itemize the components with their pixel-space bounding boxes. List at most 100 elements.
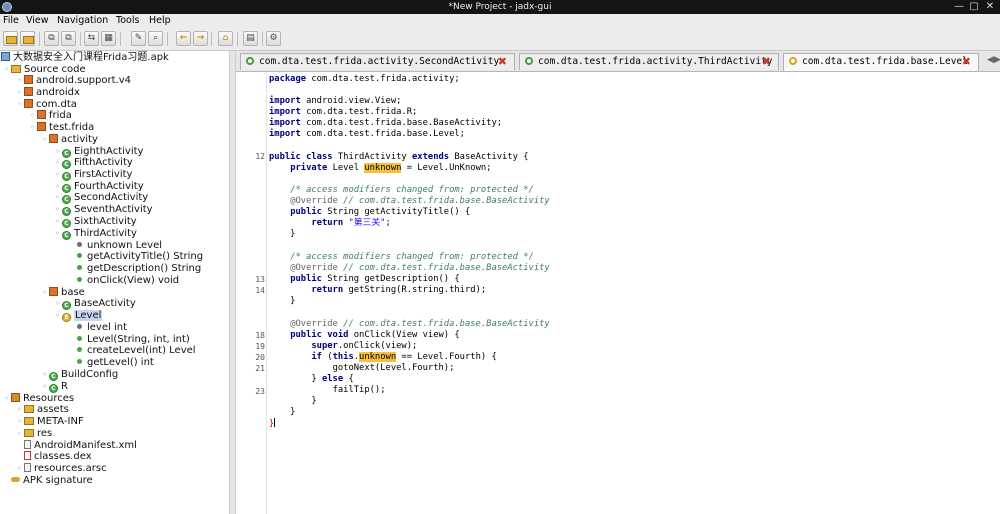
tree-pkg-com-dta[interactable]: ◦ com.dta (15, 99, 77, 111)
tree-method-get-description[interactable]: getDescription() String (75, 263, 201, 275)
expand-toggle-icon[interactable]: ◦ (15, 404, 24, 416)
tab-scroll-right-icon[interactable]: ▶ (994, 55, 1000, 65)
expand-toggle-icon[interactable]: ◦ (53, 204, 62, 216)
folder-icon (24, 417, 34, 425)
expand-toggle-icon[interactable]: ◦ (15, 87, 24, 99)
tree-folder-assets[interactable]: ◦ assets (15, 404, 69, 416)
package-icon (37, 110, 46, 119)
tree-folder-res[interactable]: ◦ res (15, 428, 52, 440)
expand-toggle-icon[interactable]: ◦ (40, 287, 49, 299)
tree-class-fifth-activity[interactable]: ◦ C FifthActivity (53, 157, 133, 169)
tree-source-code[interactable]: ◦ Source code (2, 64, 86, 76)
expand-toggle-icon[interactable]: ◦ (28, 122, 37, 134)
tab-third-activity[interactable]: com.dta.test.frida.activity.ThirdActivit… (519, 53, 779, 70)
tree-class-r[interactable]: ◦ C R (40, 381, 68, 393)
tree-method-get-activity-title[interactable]: getActivityTitle() String (75, 251, 203, 263)
tree-method-get-level[interactable]: getLevel() int (75, 357, 154, 369)
tree-class-fourth-activity[interactable]: ◦ C FourthActivity (53, 181, 144, 193)
expand-toggle-icon[interactable]: ◦ (40, 369, 49, 381)
tree-pkg-android-support[interactable]: ◦ android.support.v4 (15, 75, 131, 87)
home-button[interactable]: ⌂ (218, 31, 233, 46)
tree-class-base-activity[interactable]: ◦ C BaseActivity (53, 298, 136, 310)
expand-toggle-icon[interactable]: ◦ (53, 157, 62, 169)
close-tab-icon[interactable]: ✖ (498, 54, 507, 70)
add-files-button[interactable] (20, 31, 35, 46)
tree-apk-signature[interactable]: APK signature (11, 475, 93, 487)
find-class-button[interactable]: ⌕ (148, 31, 163, 46)
expand-toggle-icon[interactable]: ◦ (28, 110, 37, 122)
menu-navigation[interactable]: Navigation (57, 14, 108, 28)
expand-toggle-icon[interactable]: ◦ (15, 428, 24, 440)
expand-toggle-icon[interactable]: ◦ (53, 169, 62, 181)
tree-method-level-constructor[interactable]: Level(String, int, int) (75, 334, 190, 346)
tree-enum-level[interactable]: ◦ E Level (53, 310, 103, 322)
expand-toggle-icon[interactable]: ◦ (53, 228, 62, 240)
tree-class-build-config[interactable]: ◦ C BuildConfig (40, 369, 118, 381)
tree-class-first-activity[interactable]: ◦ C FirstActivity (53, 169, 132, 181)
maximize-icon[interactable]: ▢ (966, 0, 982, 14)
expand-toggle-icon[interactable]: ◦ (15, 416, 24, 428)
log-button[interactable]: ▤ (243, 31, 258, 46)
source-folder-icon (11, 65, 21, 73)
expand-toggle-icon[interactable]: ◦ (53, 310, 62, 322)
menu-view[interactable]: View (26, 14, 49, 28)
tree-pkg-activity[interactable]: ◦ activity (40, 134, 98, 146)
forward-button[interactable]: → (193, 31, 208, 46)
tree-pkg-test-frida[interactable]: ◦ test.frida (28, 122, 94, 134)
window-title: *New Project - jadx-gui (448, 2, 552, 12)
expand-toggle-icon[interactable]: ◦ (53, 298, 62, 310)
tree-pkg-androidx[interactable]: ◦ androidx (15, 87, 80, 99)
expand-toggle-icon[interactable]: ◦ (40, 134, 49, 146)
back-button[interactable]: ← (176, 31, 191, 46)
tree-class-second-activity[interactable]: ◦ C SecondActivity (53, 192, 148, 204)
tree-field-unknown[interactable]: unknown Level (75, 240, 162, 252)
expand-toggle-icon[interactable]: ◦ (40, 381, 49, 393)
tree-resources[interactable]: ◦ Resources (2, 393, 74, 405)
code-editor[interactable]: package com.dta.test.frida.activity; imp… (266, 72, 1000, 514)
expand-toggle-icon[interactable]: ◦ (53, 192, 62, 204)
tree-pkg-base[interactable]: ◦ base (40, 287, 85, 299)
tree-file-classes-dex[interactable]: classes.dex (24, 451, 92, 463)
close-tab-icon[interactable]: ✖ (962, 54, 971, 70)
expand-toggle-icon[interactable]: ◦ (53, 216, 62, 228)
tree-file-resources-arsc[interactable]: ◦ resources.arsc (15, 463, 107, 475)
menu-tools[interactable]: Tools (116, 14, 139, 28)
flatten-packages-button[interactable]: ▦ (101, 31, 116, 46)
tree-file-manifest[interactable]: AndroidManifest.xml (24, 440, 137, 452)
tree-class-eighth-activity[interactable]: ◦ C EighthActivity (53, 146, 143, 158)
close-tab-icon[interactable]: ✖ (762, 54, 771, 70)
tree-apk-root[interactable]: 大数据安全入门课程Frida习题.apk (1, 52, 169, 64)
sync-with-editor-button[interactable]: ⇆ (84, 31, 99, 46)
minimize-icon[interactable]: — (951, 0, 967, 14)
tree-label: SeventhActivity (74, 204, 153, 215)
tree-label: resources.arsc (34, 463, 107, 474)
tree-method-on-click[interactable]: onClick(View) void (75, 275, 179, 287)
tree-pkg-frida[interactable]: ◦ frida (28, 110, 72, 122)
return-expression: getString(R.string.third); (348, 285, 487, 295)
tree-class-sixth-activity[interactable]: ◦ C SixthActivity (53, 216, 137, 228)
tree-field-level[interactable]: level int (75, 322, 127, 334)
expand-toggle-icon[interactable]: ◦ (15, 463, 24, 475)
search-button[interactable]: ✎ (131, 31, 146, 46)
tree-class-seventh-activity[interactable]: ◦ C SeventhActivity (53, 204, 153, 216)
preferences-button[interactable]: ⚙ (266, 31, 281, 46)
export-button[interactable]: ⧉ (61, 31, 76, 46)
tab-scroll-left-icon[interactable]: ◀ (987, 55, 994, 65)
save-all-button[interactable]: ⧉ (44, 31, 59, 46)
expand-toggle-icon[interactable]: ◦ (15, 99, 24, 111)
expand-toggle-icon[interactable]: ◦ (2, 393, 11, 405)
open-file-button[interactable] (3, 31, 18, 46)
tree-folder-meta-inf[interactable]: ◦ META-INF (15, 416, 84, 428)
split-pane-divider[interactable] (229, 51, 236, 514)
tree-method-create-level[interactable]: createLevel(int) Level (75, 345, 196, 357)
menu-help[interactable]: Help (149, 14, 171, 28)
expand-toggle-icon[interactable]: ◦ (2, 64, 11, 76)
tab-level[interactable]: com.dta.test.frida.base.Level ✖ (783, 53, 979, 71)
expand-toggle-icon[interactable]: ◦ (15, 75, 24, 87)
code-line: @Override // com.dta.test.frida.base.Bas… (269, 319, 550, 330)
tree-class-third-activity[interactable]: ◦ C ThirdActivity (53, 228, 137, 240)
menu-file[interactable]: File (3, 14, 19, 28)
close-window-icon[interactable]: ✕ (982, 0, 998, 14)
tab-second-activity[interactable]: com.dta.test.frida.activity.SecondActivi… (240, 53, 515, 70)
toolbar-separator (39, 32, 40, 46)
